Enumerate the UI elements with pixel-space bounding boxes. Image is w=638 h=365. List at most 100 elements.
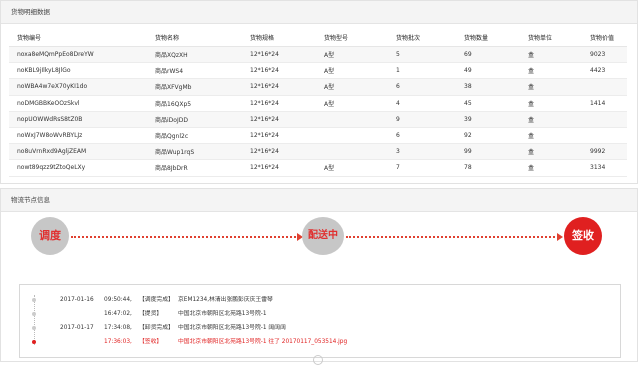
table-cell: 12*16*24 [242, 111, 316, 128]
table-cell: 6 [388, 78, 456, 96]
table-cell: 12*16*24 [242, 127, 316, 145]
table-row: noWxJ7W8oWvRBYLJz 商品Qgnl2c 12*16*24 6 92 盒 [9, 127, 627, 145]
table-cell: 盒 [520, 46, 582, 64]
table-cell: 69 [456, 46, 520, 64]
table-cell [582, 78, 627, 96]
table-cell [316, 127, 388, 145]
table-cell [582, 111, 627, 128]
table-cell: 商品XFVgMb [147, 78, 242, 96]
table-cell: nowt89qzz9tZtoQeLXy [9, 159, 147, 177]
table-cell: 4423 [582, 62, 627, 80]
table-cell: 盒 [520, 143, 582, 161]
node-delivering: 配送中 [302, 217, 344, 255]
table-cell [316, 143, 388, 161]
table-cell: 商品8JbDrR [147, 159, 242, 177]
table-cell: nopUOWWdRsS8tZ0B [9, 111, 147, 128]
table-cell: A型 [316, 78, 388, 96]
flow-connector [346, 236, 559, 238]
flow-connector [71, 236, 299, 238]
table-cell: A型 [316, 46, 388, 64]
table-row: no8uVrnRxd9AgljZEAM 商品Wup1rqS 12*16*24 3 99 盒… [9, 143, 627, 161]
goods-detail-panel: 货物明细数据 货物编号 货物名称 货物规格 货物型号 货物批次 货物数量 货物单… [0, 0, 638, 184]
table-cell: 商品Wup1rqS [147, 143, 242, 161]
logistics-log: 2017-01-16 09:50:44, 【调度完成】 京EM1234,林清出张鹏彭庆… [19, 284, 621, 358]
table-row: noKBL9jIlkyL8JlGo 商品rWS4 12*16*24 A型 1 49 盒 442… [9, 62, 627, 80]
table-cell: 92 [456, 127, 520, 145]
log-text: 京EM1234,林清出张鹏彭庆庆王雷琴 [178, 297, 273, 303]
column-header: 货物编号 [9, 29, 147, 47]
timeline-line [34, 295, 37, 345]
timeline-dot-icon [32, 326, 36, 330]
column-header: 货物规格 [242, 29, 316, 47]
table-cell: 7 [388, 159, 456, 177]
table-cell: 45 [456, 95, 520, 112]
table-cell: noKBL9jIlkyL8JlGo [9, 62, 147, 80]
table-row: noWBA4w7eX70yKI1do 商品XFVgMb 12*16*24 A型 6 38 盒 [9, 78, 627, 96]
table-cell: 49 [456, 62, 520, 80]
log-time: 16:47:02, [104, 311, 132, 317]
log-text: 中国北京市朝阳区北苑路13号院-1 阔阔阔 [178, 325, 286, 331]
table-header-row: 货物编号 货物名称 货物规格 货物型号 货物批次 货物数量 货物单位 货物价值 [9, 29, 627, 47]
timeline-dot-icon [32, 312, 36, 316]
table-cell: 盒 [520, 111, 582, 128]
table-cell [582, 127, 627, 145]
table-cell [316, 111, 388, 128]
table-cell: 9 [388, 111, 456, 128]
table-row: noxa8eMQmPpEo8DreYW 商品XQzXH 12*16*24 A型 5 69 盒… [9, 46, 627, 64]
log-time: 17:36:03, [104, 339, 132, 345]
logistics-node-panel: 物流节点信息 调度 配送中 签收 2017-01-16 09:50:44, 【调度完… [0, 188, 638, 362]
log-tag: 【签收】 [139, 339, 163, 345]
table-cell: 盒 [520, 62, 582, 80]
goods-panel-title: 货物明细数据 [1, 1, 637, 24]
table-cell: noWBA4w7eX70yKI1do [9, 78, 147, 96]
table-cell: 3 [388, 143, 456, 161]
log-text: 中国北京市朝阳区北苑路13号院-1 [178, 311, 267, 317]
table-cell: 4 [388, 95, 456, 112]
log-time: 17:34:08, [104, 325, 132, 331]
table-cell: 商品XQzXH [147, 46, 242, 64]
table-cell: 商品Qgnl2c [147, 127, 242, 145]
scroll-indicator-icon [313, 355, 323, 365]
table-cell: no8uVrnRxd9AgljZEAM [9, 143, 147, 161]
table-cell: 商品16QXp5 [147, 95, 242, 112]
table-row: noDMGBBKeOOzSkvl 商品16QXp5 12*16*24 A型 4 45 盒 14… [9, 95, 627, 112]
column-header: 货物型号 [316, 29, 388, 47]
table-cell: 12*16*24 [242, 62, 316, 80]
column-header: 货物批次 [388, 29, 456, 47]
table-cell: noxa8eMQmPpEo8DreYW [9, 46, 147, 64]
table-cell: 78 [456, 159, 520, 177]
table-cell: 盒 [520, 78, 582, 96]
node-signed: 签收 [564, 217, 602, 255]
log-date: 2017-01-17 [60, 325, 94, 331]
table-cell: 12*16*24 [242, 143, 316, 161]
timeline-dot-icon [32, 340, 36, 344]
table-cell: 12*16*24 [242, 159, 316, 177]
table-cell: A型 [316, 95, 388, 112]
table-cell: 12*16*24 [242, 78, 316, 96]
table-cell: 12*16*24 [242, 95, 316, 112]
goods-table: 货物编号 货物名称 货物规格 货物型号 货物批次 货物数量 货物单位 货物价值 … [9, 29, 627, 177]
table-cell: 商品iDoJDD [147, 111, 242, 128]
table-cell: 6 [388, 127, 456, 145]
log-text: 中国北京市朝阳区北苑路13号院-1 往了 20170117_053514.jpg [178, 339, 348, 345]
log-tag: 【提货】 [139, 311, 163, 317]
table-cell: 99 [456, 143, 520, 161]
table-cell: 1414 [582, 95, 627, 112]
table-cell: 9992 [582, 143, 627, 161]
flow-arrow-icon [557, 233, 563, 241]
table-row: nowt89qzz9tZtoQeLXy 商品8JbDrR 12*16*24 A型 7 78… [9, 159, 627, 177]
node-dispatch: 调度 [31, 217, 69, 255]
log-date: 2017-01-16 [60, 297, 94, 303]
node-panel-title: 物流节点信息 [1, 189, 637, 212]
table-cell: 盒 [520, 127, 582, 145]
table-cell: 12*16*24 [242, 46, 316, 64]
column-header: 货物价值 [582, 29, 627, 47]
log-tag: 【卸货完成】 [139, 325, 174, 331]
table-cell: noWxJ7W8oWvRBYLJz [9, 127, 147, 145]
column-header: 货物单位 [520, 29, 582, 47]
table-cell: 盒 [520, 159, 582, 177]
column-header: 货物名称 [147, 29, 242, 47]
table-cell: 38 [456, 78, 520, 96]
table-cell: 1 [388, 62, 456, 80]
table-cell: 商品rWS4 [147, 62, 242, 80]
